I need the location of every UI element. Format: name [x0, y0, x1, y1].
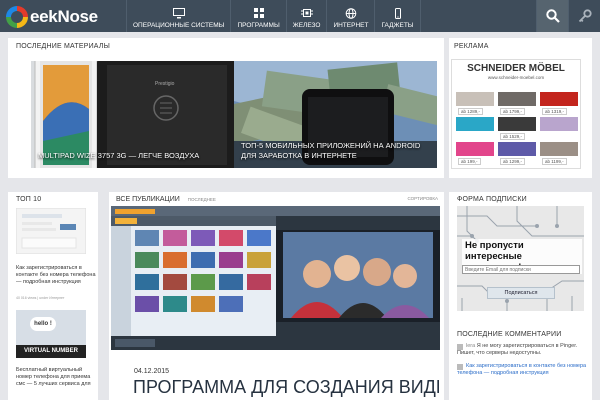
ad-price: ab 1319,-	[542, 108, 568, 115]
subscribe-button[interactable]: Подписаться	[487, 287, 555, 299]
top10-item-meta: 40 016 views | under Интернет	[16, 296, 65, 300]
nav-label: Интернет	[333, 22, 369, 29]
section-title: Форма подписки	[457, 196, 527, 203]
top10-section: Топ 10 Как зарегистрироваться в контакте…	[8, 192, 98, 400]
latest-item-caption: Multipad Wize 3757 3G — легче воздуха	[38, 151, 200, 160]
comment-author: lera	[466, 343, 476, 349]
top-right-actions	[536, 0, 600, 32]
subscribe-form: Не пропусти интересные материалы! Подпис…	[457, 206, 584, 311]
ad-price: ab 1289,-	[458, 108, 484, 115]
ad-price: ab 1799,-	[500, 108, 526, 115]
site-logo[interactable]: eekNose	[6, 6, 98, 28]
thumb-caption: hello !	[30, 317, 56, 331]
nav-label: Программы	[237, 22, 280, 29]
nav-label: Операционные системы	[133, 22, 225, 29]
top-navigation-bar: eekNose Операционные системы Программы Ж…	[0, 0, 600, 32]
latest-materials-section: Последние материалы Prestigio Multipad W…	[8, 38, 444, 178]
feed-tabs: Все публикации Последнее	[116, 196, 216, 203]
ad-banner[interactable]: SCHNEIDER MÖBEL www.schneider-moebel.com…	[451, 59, 581, 169]
latest-item[interactable]: Prestigio Multipad Wize 3757 3G — легче …	[31, 61, 234, 168]
nav-item-internet[interactable]: Интернет	[326, 0, 374, 32]
ad-url: www.schneider-moebel.com	[487, 75, 545, 80]
nav-item-gadgets[interactable]: Гаджеты	[374, 0, 421, 32]
thumb-caption: VIRTUAL NUMBER	[16, 345, 86, 358]
top10-thumb-1[interactable]	[16, 208, 86, 254]
comment-post-link[interactable]: Как зарегистрироваться в контакте без но…	[457, 363, 586, 376]
nav-label: Гаджеты	[381, 22, 414, 29]
tab-all-publications[interactable]: Все публикации	[116, 196, 180, 203]
top10-item-title[interactable]: Бесплатный виртуальный номер телефона дл…	[16, 367, 92, 388]
search-button[interactable]	[536, 0, 568, 32]
latest-item[interactable]: ТОП-5 мобильных приложений на Android дл…	[234, 61, 437, 168]
login-button[interactable]	[568, 0, 600, 32]
article-date: 04.12.2015	[134, 368, 170, 375]
section-title: Последние комментарии	[457, 331, 562, 338]
nav-item-hardware[interactable]: Железо	[285, 0, 327, 32]
hardware-icon	[300, 9, 313, 17]
section-title: Топ 10	[16, 196, 42, 203]
key-icon	[578, 9, 592, 23]
phone-icon	[394, 8, 401, 19]
ad-brand: SCHNEIDER MÖBEL	[467, 63, 565, 74]
ad-price: ab 1299,-	[500, 158, 526, 165]
comment-item: lera Я не могу зарегистрироваться в Ping…	[457, 343, 587, 357]
ad-price: ab 1199,-	[542, 158, 567, 165]
email-field[interactable]	[462, 265, 580, 274]
search-icon	[545, 9, 560, 23]
video-editor-screenshot	[111, 206, 440, 350]
section-title: Реклама	[454, 43, 489, 50]
comment-text: Я не могу зарегистрироваться в Pinger. П…	[457, 343, 578, 356]
article-image[interactable]	[111, 206, 440, 350]
svg-text:Prestigio: Prestigio	[155, 81, 175, 87]
ad-price: ab 199,-	[458, 158, 481, 165]
sort-dropdown[interactable]: Сортировка	[408, 196, 438, 201]
ads-section: Реклама SCHNEIDER MÖBEL www.schneider-mo…	[449, 38, 592, 178]
ad-price: ab 1529,-	[500, 133, 526, 140]
section-title: Последние материалы	[16, 43, 111, 50]
logo-icon	[6, 6, 28, 28]
nav-label: Железо	[292, 22, 321, 29]
top10-item-title[interactable]: Как зарегистрироваться в контакте без но…	[16, 265, 98, 286]
monitor-icon	[172, 8, 185, 19]
tab-latest[interactable]: Последнее	[188, 197, 216, 202]
nav-item-programs[interactable]: Программы	[230, 0, 285, 32]
subscribe-section: Форма подписки Не пропусти интересные ма…	[449, 192, 592, 400]
comment-item: Как зарегистрироваться в контакте без но…	[457, 363, 587, 377]
logo-text: eekNose	[30, 7, 98, 26]
article-headline[interactable]: Программа для создания видео из фото с м…	[133, 377, 439, 397]
globe-icon	[345, 8, 357, 19]
top10-thumb-2[interactable]: hello ! VIRTUAL NUMBER	[16, 310, 86, 358]
latest-item-caption: ТОП-5 мобильных приложений на Android дл…	[241, 141, 421, 160]
nav-item-os[interactable]: Операционные системы	[126, 0, 230, 32]
main-nav: Операционные системы Программы Железо Ин…	[126, 0, 421, 32]
apps-icon	[253, 8, 264, 18]
